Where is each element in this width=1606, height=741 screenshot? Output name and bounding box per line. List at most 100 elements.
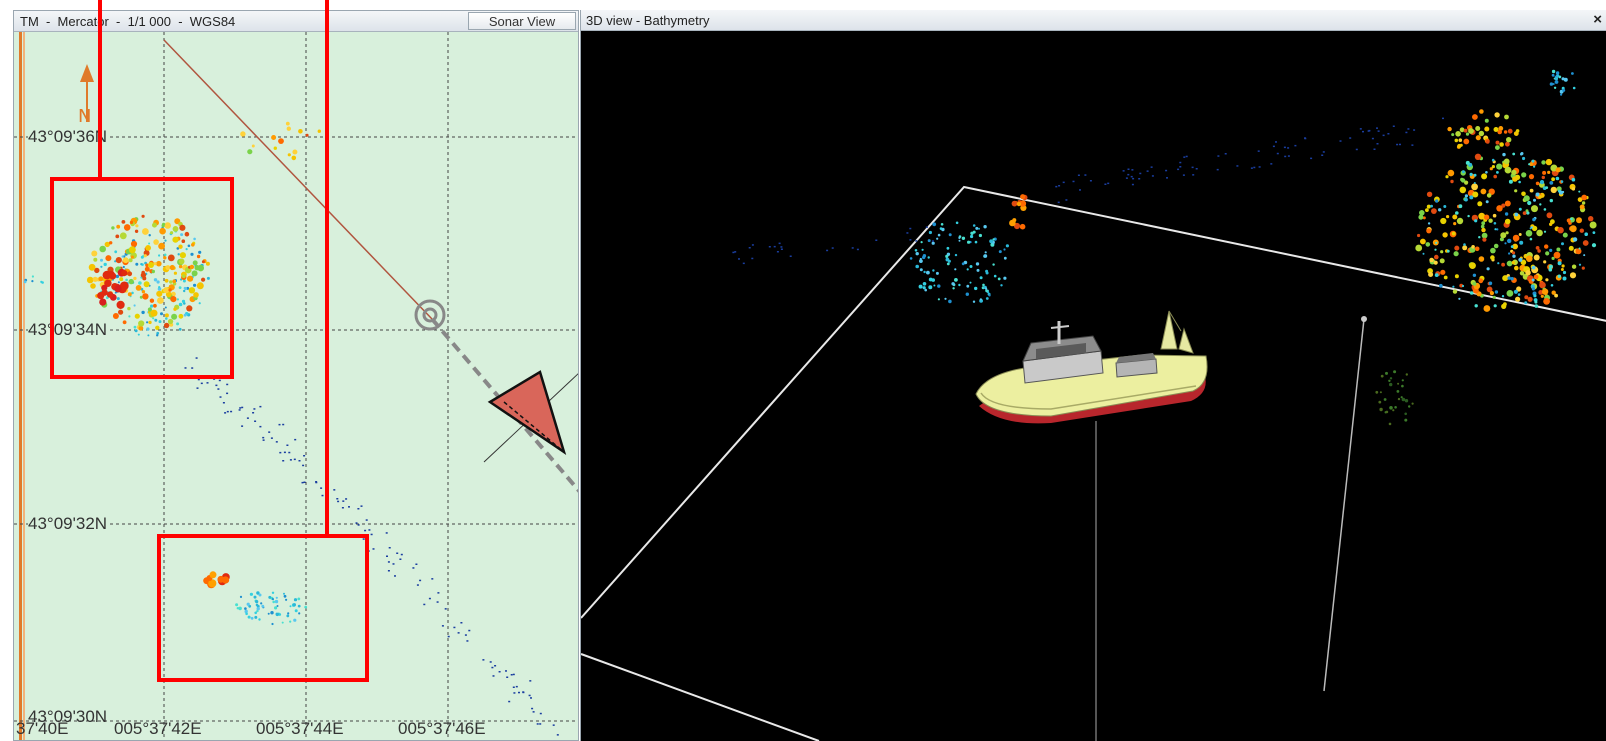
sonar-point: [1503, 158, 1510, 165]
sonar-point: [1179, 161, 1182, 164]
sonar-point: [1559, 190, 1564, 195]
sonar-point: [105, 255, 112, 262]
sonar-point: [204, 377, 207, 379]
sonar-point: [1392, 409, 1395, 412]
sonar-point: [392, 563, 395, 565]
sonar-point: [31, 280, 34, 283]
sonar-point: [1543, 208, 1547, 211]
sonar-point: [173, 271, 177, 275]
sonar-point: [1495, 145, 1500, 150]
sonar-point: [258, 618, 261, 621]
sonar-point: [122, 265, 125, 269]
sonar-point: [1130, 175, 1133, 178]
sonar-point: [1433, 260, 1438, 265]
sonar-point: [399, 558, 402, 560]
sonar-point: [272, 600, 276, 604]
sonar-point: [1465, 132, 1470, 136]
sonar-point: [1551, 73, 1555, 77]
sonar-point: [1482, 237, 1487, 242]
sonar-point: [1545, 251, 1550, 256]
sonar-point: [1349, 137, 1352, 139]
sonar-point: [256, 607, 260, 611]
sonar-point: [298, 129, 303, 134]
sonar-point: [388, 547, 391, 549]
sonar-point: [748, 247, 751, 249]
sonar-point: [1422, 252, 1425, 255]
ship-model-icon[interactable]: [975, 310, 1208, 424]
sonar-point: [924, 288, 927, 292]
sonar-point: [140, 255, 144, 259]
sonar-point: [364, 534, 367, 536]
sonar-point: [1512, 152, 1516, 156]
sonar-point: [1394, 406, 1397, 409]
sonar-point: [1195, 168, 1198, 170]
sonar-point: [1125, 177, 1128, 179]
sonar-point: [778, 242, 781, 245]
waypoint-target-icon[interactable]: [414, 299, 446, 331]
sonar-point: [1454, 245, 1460, 251]
3d-canvas[interactable]: [581, 31, 1606, 741]
sonar-point: [112, 313, 119, 319]
sonar-point: [226, 410, 229, 413]
sonar-point: [1439, 258, 1445, 264]
sonar-point: [1379, 407, 1383, 412]
sonar-point: [274, 606, 278, 610]
sonar-point: [1549, 248, 1553, 252]
sonar-point: [1560, 268, 1564, 271]
bathymetry-3d-view-pane[interactable]: 3D view - Bathymetry ×: [580, 10, 1606, 741]
sonar-point: [117, 281, 120, 284]
sonar-point: [1486, 267, 1490, 271]
sonar-point: [1451, 231, 1456, 236]
sonar-point: [180, 233, 184, 237]
vessel-position-icon[interactable]: [483, 370, 579, 463]
sonar-point: [1582, 240, 1589, 246]
sonar-point: [468, 629, 471, 632]
sonar-point: [556, 734, 559, 736]
sonar-point: [278, 423, 281, 426]
sonar-point: [1515, 296, 1521, 302]
sonar-point: [1438, 208, 1442, 212]
sonar-point: [1473, 182, 1476, 184]
sonar-point: [918, 284, 923, 289]
sonar-point: [179, 252, 186, 259]
sonar-point: [148, 234, 151, 237]
sonar-point: [1084, 174, 1087, 176]
sonar-point: [302, 464, 305, 467]
chart-view-pane[interactable]: TM - Mercator - 1/1 000 - WGS84 Sonar Vi…: [13, 10, 579, 741]
sonar-point: [1529, 188, 1534, 193]
sonar-point: [1463, 138, 1470, 145]
sonar-point: [149, 298, 155, 303]
sonar-point: [1541, 175, 1545, 180]
sonar-point: [1376, 127, 1378, 129]
sonar-point: [163, 322, 170, 329]
sonar-point: [293, 458, 296, 461]
sonar-view-tab[interactable]: Sonar View: [468, 12, 576, 30]
sonar-point: [1526, 255, 1533, 262]
sonar-point: [768, 246, 771, 248]
sonar-point: [143, 254, 147, 258]
sonar-point: [387, 570, 390, 572]
sonar-point: [1415, 244, 1423, 252]
sonar-point: [1561, 264, 1565, 268]
sonar-point: [978, 227, 980, 230]
sonar-point: [1535, 192, 1540, 197]
sonar-point: [241, 425, 244, 427]
sonar-point: [928, 285, 933, 290]
sonar-point: [1385, 371, 1388, 375]
sonar-point: [93, 257, 98, 262]
sonar-point: [945, 254, 949, 258]
sonar-point: [178, 313, 184, 319]
sonar-point: [341, 507, 344, 509]
sonar-point: [1494, 290, 1499, 294]
sonar-point: [751, 244, 754, 246]
close-icon[interactable]: ×: [1593, 11, 1602, 28]
sonar-point: [974, 240, 978, 244]
sonar-point: [1166, 177, 1168, 179]
sonar-point: [201, 260, 205, 264]
sonar-point: [1493, 304, 1497, 308]
sonar-point: [1524, 295, 1529, 300]
sonar-point: [1478, 130, 1485, 137]
sonar-point: [954, 253, 958, 257]
sonar-point: [1569, 225, 1577, 233]
sonar-point: [1183, 156, 1186, 158]
